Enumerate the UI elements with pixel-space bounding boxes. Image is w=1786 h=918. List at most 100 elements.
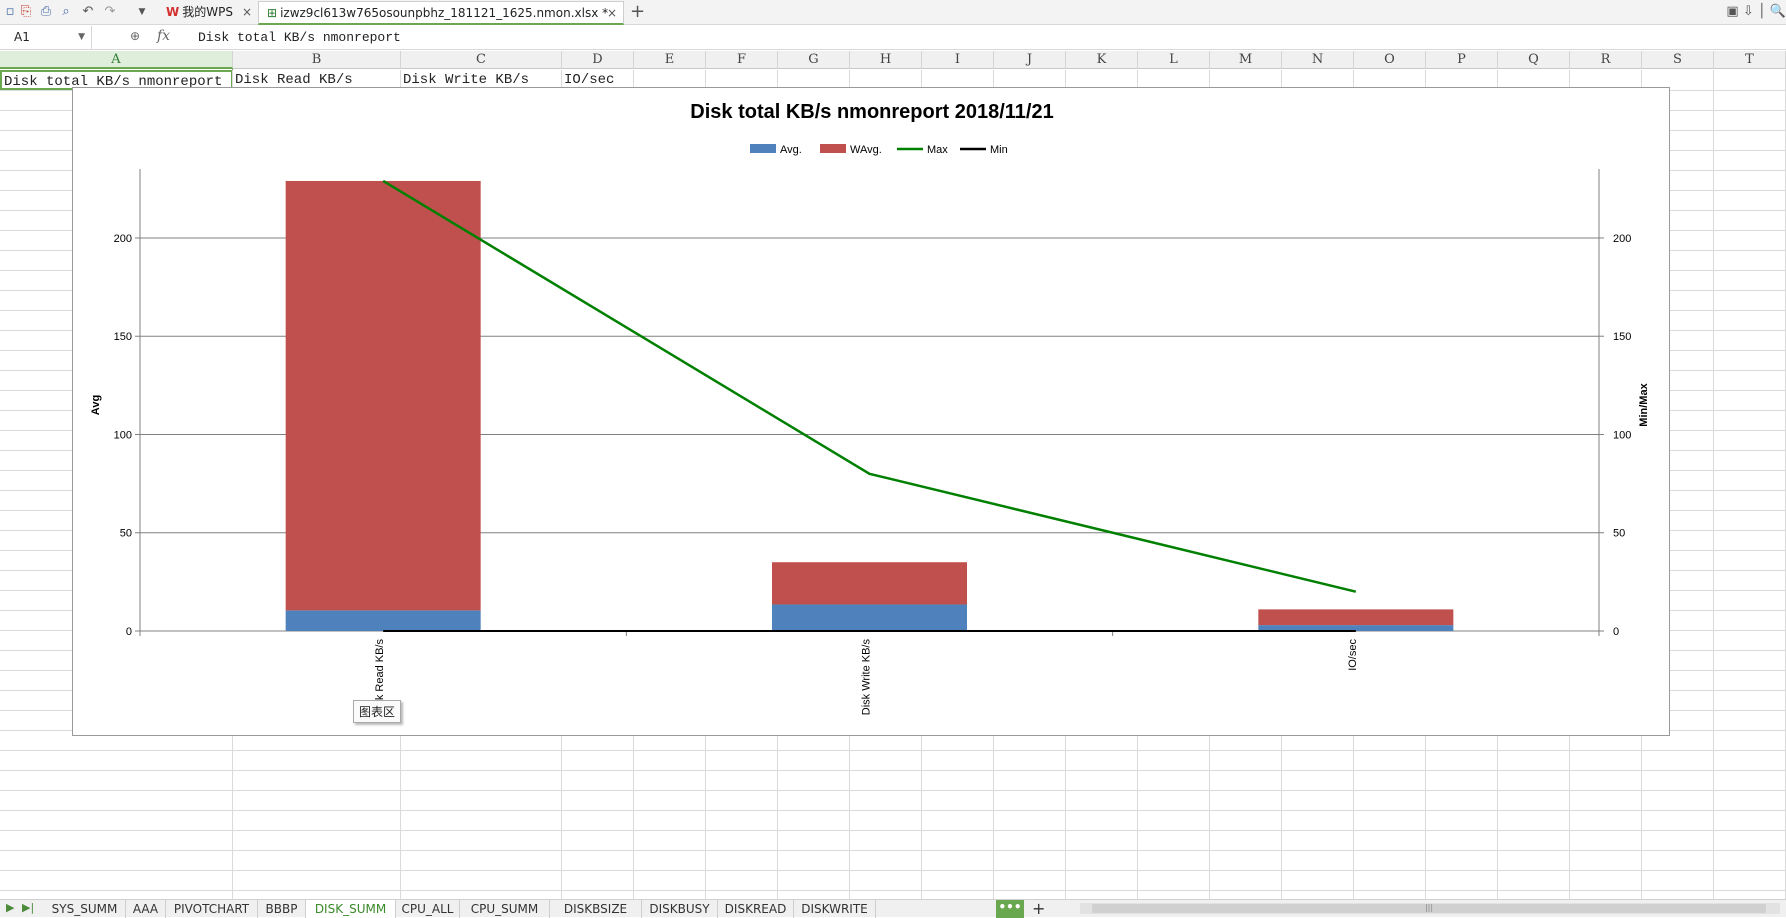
- column-header-i[interactable]: I: [922, 51, 994, 69]
- y-tick-label: 100: [114, 429, 132, 441]
- chart-area[interactable]: Disk total KB/s nmonreport 2018/11/21 0 0 5…: [72, 87, 1670, 736]
- undo-icon[interactable]: ↶: [80, 4, 96, 20]
- grid-row-line: [0, 770, 1786, 771]
- sheet-tab-diskwrite[interactable]: DISKWRITE: [794, 900, 876, 918]
- zoom-icon[interactable]: ⊕: [130, 29, 140, 43]
- title-bar: ▫ ⎘ ⎙ ⌕ ↶ ↷ ▼ W 我的WPS × ⊞ izwz9cl613w765os…: [0, 0, 1786, 25]
- y2-axis-title: Min/Max: [1638, 382, 1650, 426]
- chart-tooltip: 图表区: [353, 700, 402, 723]
- y-tick-label: 0: [126, 626, 132, 638]
- bar-wavg-0: [285, 180, 481, 611]
- tab-my-wps[interactable]: W 我的WPS ×: [158, 1, 258, 25]
- more-sheets-button[interactable]: •••: [996, 900, 1024, 918]
- window-controls[interactable]: ▣ ⇩ │ 🔍: [1726, 4, 1786, 19]
- y-tick-label: 150: [114, 331, 132, 343]
- bar-avg-1: [772, 604, 967, 631]
- y2-tick-label: 150: [1613, 331, 1631, 343]
- chart-svg: Disk total KB/s nmonreport 2018/11/21 0 0 5…: [90, 101, 1650, 716]
- column-header-j[interactable]: J: [994, 51, 1066, 69]
- column-header-o[interactable]: O: [1354, 51, 1426, 69]
- export-pdf-icon[interactable]: ⎘: [18, 4, 34, 20]
- legend-swatch-avg: [750, 144, 776, 153]
- sheet-tab-disk-summ[interactable]: DISK_SUMM: [306, 900, 396, 918]
- column-header-b[interactable]: B: [233, 51, 401, 69]
- y2-tick-label: 0: [1613, 626, 1619, 638]
- add-sheet-icon[interactable]: +: [1032, 899, 1045, 918]
- legend-label-avg: Avg.: [780, 144, 802, 156]
- sheet-tab-cpu-summ[interactable]: CPU_SUMM: [460, 900, 550, 918]
- column-header-t[interactable]: T: [1714, 51, 1786, 69]
- grid-row-line: [0, 810, 1786, 811]
- bar-wavg-2: [1258, 609, 1454, 626]
- column-header-s[interactable]: S: [1642, 51, 1714, 69]
- column-header-a[interactable]: A: [0, 51, 233, 69]
- y-axis-title: Avg: [90, 395, 102, 415]
- grid-column-line: [1713, 70, 1714, 900]
- column-header-l[interactable]: L: [1138, 51, 1210, 69]
- name-box[interactable]: A1 ▼: [0, 26, 92, 49]
- sheet-tab-bbbp[interactable]: BBBP: [258, 900, 306, 918]
- close-tab-icon[interactable]: ×: [242, 1, 252, 23]
- tab-workbook[interactable]: ⊞ izwz9cl613w765osounpbhz_181121_1625.nmo…: [258, 1, 624, 25]
- quick-access-dropdown-icon[interactable]: ▼: [134, 4, 150, 20]
- spreadsheet-file-icon: ⊞: [267, 6, 278, 20]
- chevron-down-icon[interactable]: ▼: [78, 26, 85, 49]
- legend-swatch-wavg: [820, 144, 846, 153]
- first-sheet-icon[interactable]: ▶: [6, 901, 14, 914]
- column-header-p[interactable]: P: [1426, 51, 1498, 69]
- cell-reference: A1: [14, 30, 30, 44]
- series-line-max: [382, 179, 1357, 593]
- formula-bar: A1 ▼ ⊕ fx Disk total KB/s nmonreport: [0, 26, 1786, 50]
- grid-row-line: [0, 850, 1786, 851]
- close-tab-icon[interactable]: ×: [607, 2, 617, 24]
- legend-label-wavg: WAvg.: [850, 144, 882, 156]
- grid-row-line: [0, 790, 1786, 791]
- column-header-f[interactable]: F: [706, 51, 778, 69]
- y2-tick-label: 50: [1613, 528, 1625, 540]
- save-icon[interactable]: ▫: [2, 4, 18, 20]
- grid-row-line: [0, 750, 1786, 751]
- print-icon[interactable]: ⎙: [38, 4, 54, 20]
- redo-icon[interactable]: ↷: [102, 4, 118, 20]
- x-tick-label: Disk Write KB/s: [861, 639, 873, 716]
- column-header-m[interactable]: M: [1210, 51, 1282, 69]
- new-tab-icon[interactable]: +: [630, 1, 645, 22]
- column-header-h[interactable]: H: [850, 51, 922, 69]
- column-header-g[interactable]: G: [778, 51, 850, 69]
- y-tick-label: 50: [120, 528, 132, 540]
- column-header-r[interactable]: R: [1570, 51, 1642, 69]
- tab-label: 我的WPS: [182, 5, 233, 19]
- last-sheet-icon[interactable]: ▶|: [22, 901, 34, 914]
- tab-label: izwz9cl613w765osounpbhz_181121_1625.nmon…: [280, 6, 609, 20]
- sheet-tab-pivotchart[interactable]: PIVOTCHART: [166, 900, 258, 918]
- column-header-n[interactable]: N: [1282, 51, 1354, 69]
- sheet-tab-aaa[interactable]: AAA: [126, 900, 166, 918]
- sheet-tab-diskbsize[interactable]: DISKBSIZE: [550, 900, 642, 918]
- legend-label-max: Max: [927, 144, 948, 156]
- function-icon[interactable]: fx: [157, 28, 170, 44]
- sheet-tab-sys-summ[interactable]: SYS_SUMM: [44, 900, 126, 918]
- legend-label-min: Min: [990, 144, 1008, 156]
- bar-wavg-1: [772, 562, 967, 605]
- column-header-e[interactable]: E: [634, 51, 706, 69]
- sheet-tab-diskbusy[interactable]: DISKBUSY: [642, 900, 718, 918]
- bar-avg-0: [285, 610, 481, 631]
- sheet-tab-bar: ▶ ▶| ••• + ||| SYS_SUMM AAA PIVOTCHART BBBP…: [0, 899, 1786, 918]
- sheet-tab-cpu-all[interactable]: CPU_ALL: [396, 900, 460, 918]
- scrollbar-thumb[interactable]: |||: [1092, 904, 1766, 913]
- chart-title: Disk total KB/s nmonreport 2018/11/21: [690, 101, 1053, 123]
- grid-row-line: [0, 830, 1786, 831]
- grid-row-line: [0, 870, 1786, 871]
- wps-logo-icon: W: [166, 5, 180, 19]
- column-header-k[interactable]: K: [1066, 51, 1138, 69]
- formula-input[interactable]: Disk total KB/s nmonreport: [198, 30, 401, 45]
- column-header-d[interactable]: D: [562, 51, 634, 69]
- y-tick-label: 200: [114, 233, 132, 245]
- column-header-c[interactable]: C: [401, 51, 562, 69]
- sheet-tab-diskread[interactable]: DISKREAD: [718, 900, 794, 918]
- y2-tick-label: 100: [1613, 429, 1631, 441]
- column-header-q[interactable]: Q: [1498, 51, 1570, 69]
- grid-row-line: [0, 890, 1786, 891]
- x-tick-label: IO/sec: [1347, 639, 1359, 671]
- print-preview-icon[interactable]: ⌕: [58, 4, 74, 20]
